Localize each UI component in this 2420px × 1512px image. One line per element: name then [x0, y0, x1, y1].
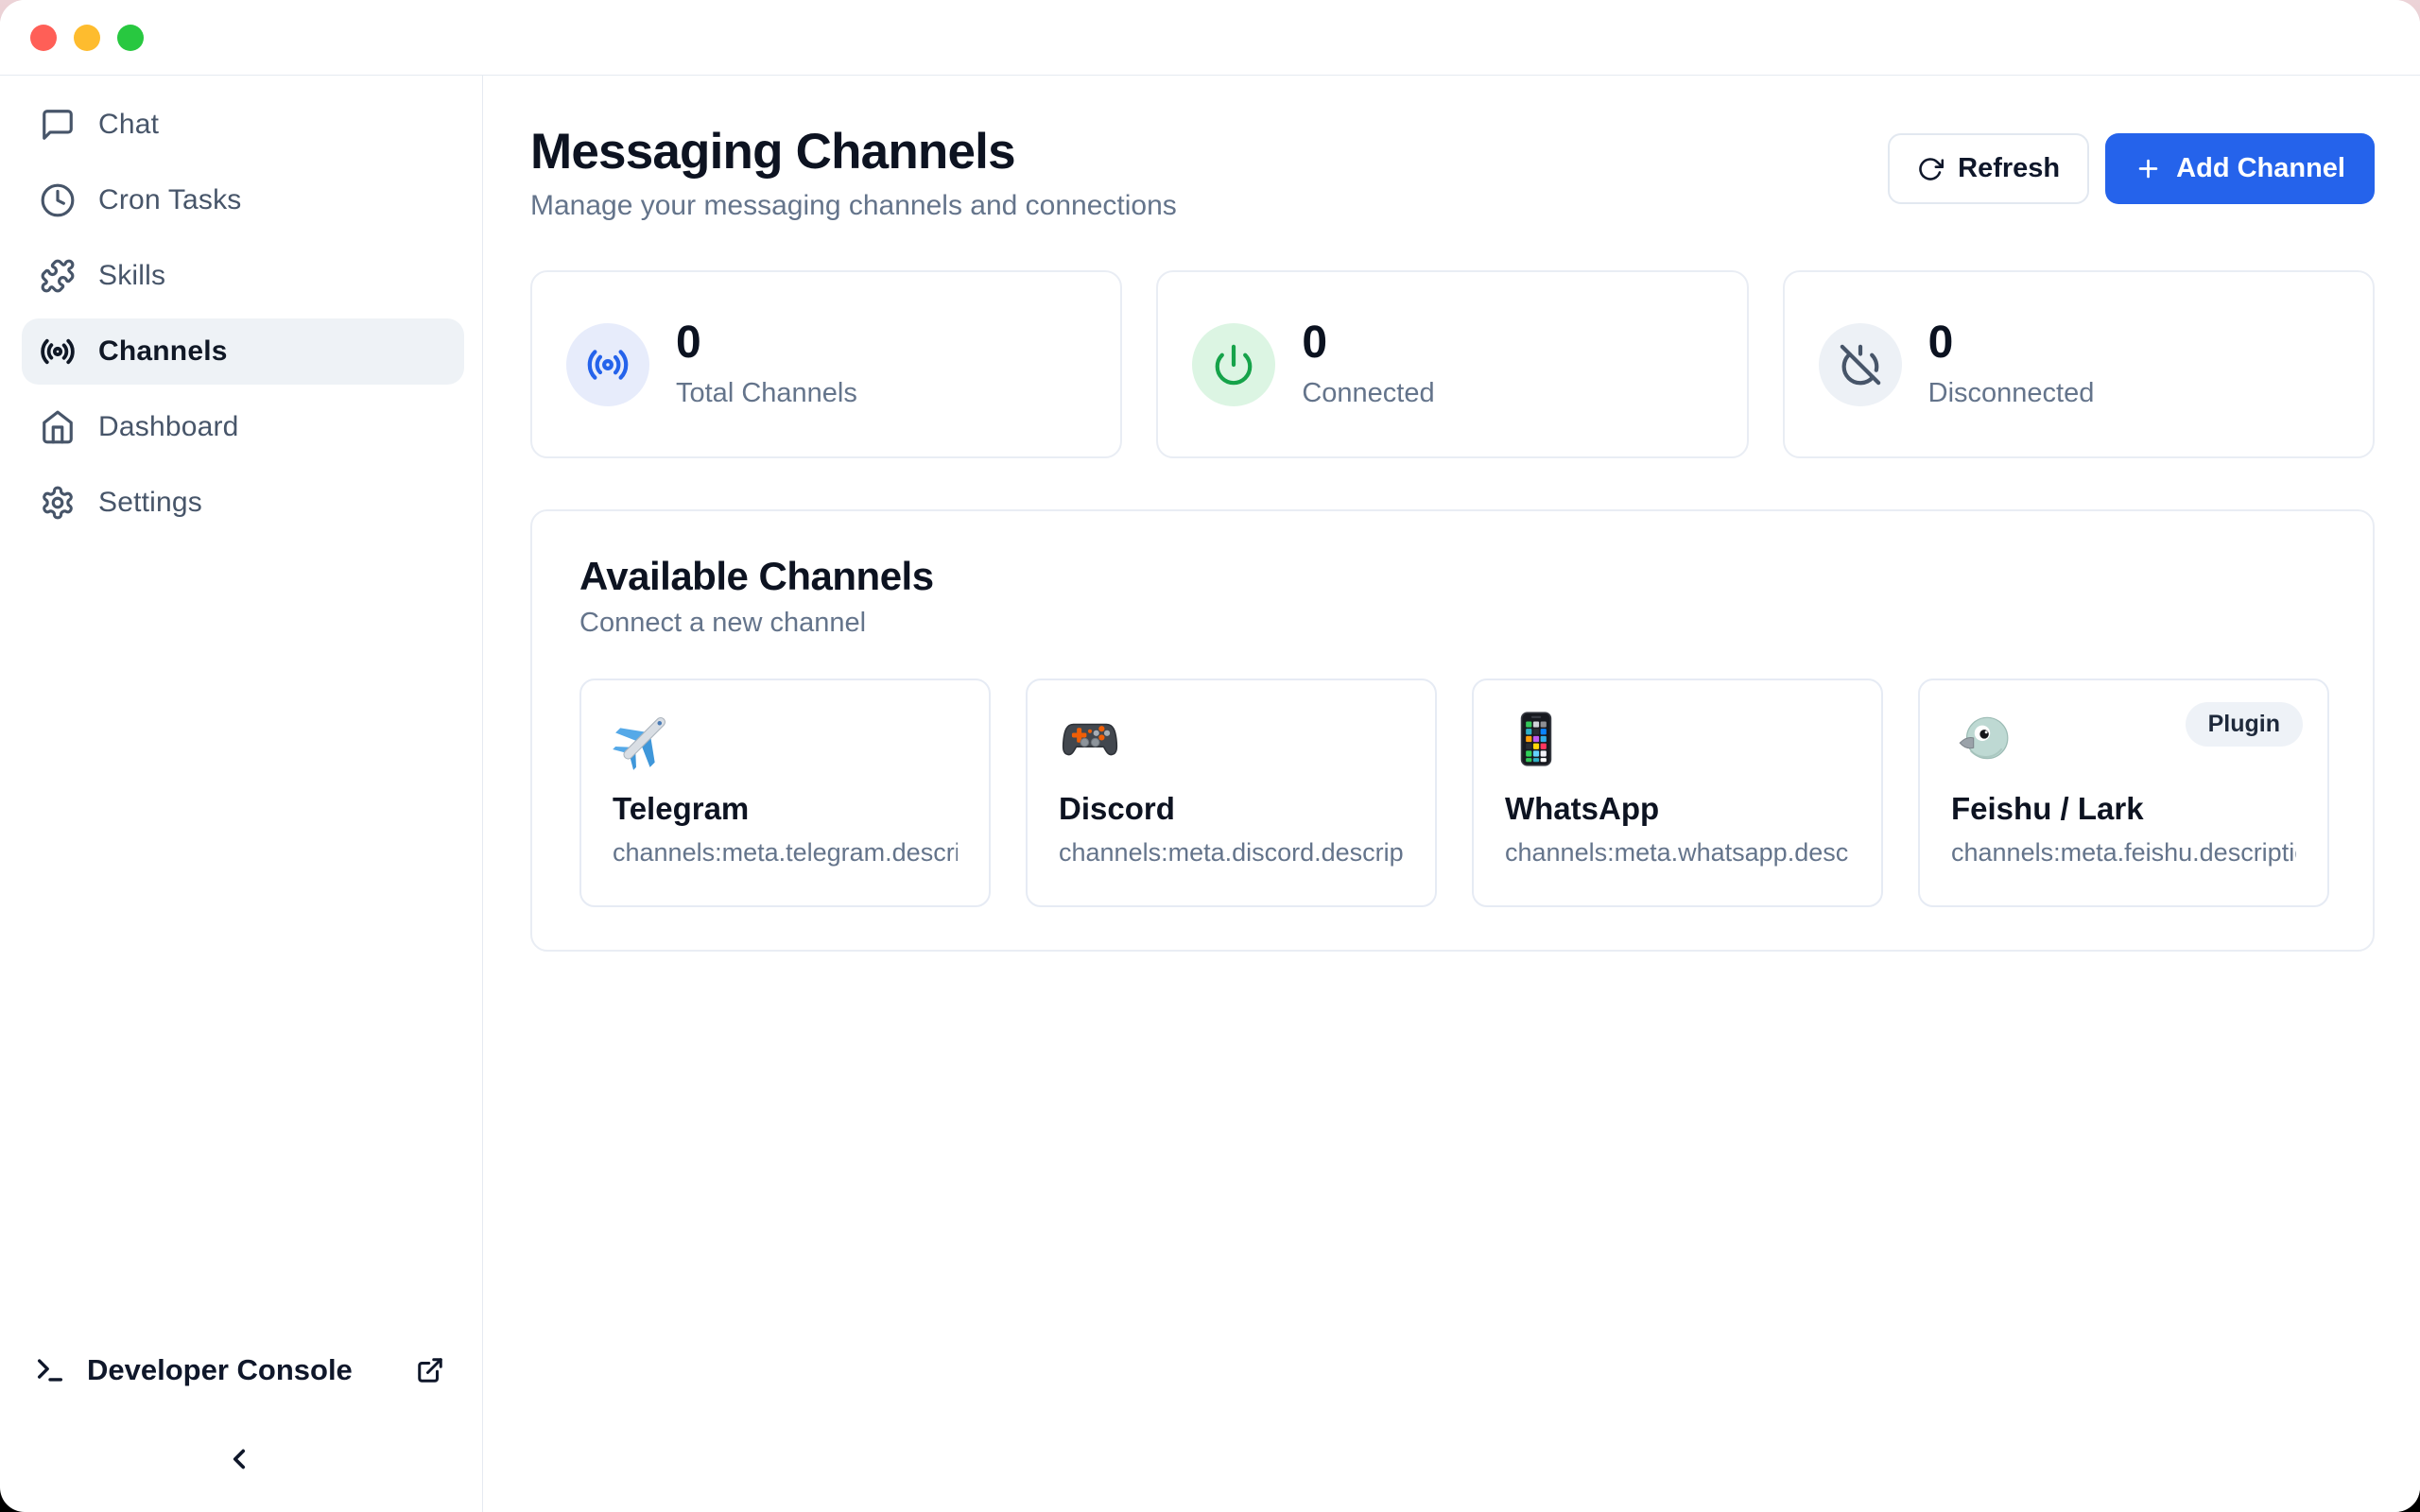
- plus-icon: [2135, 155, 2162, 182]
- developer-console-label: Developer Console: [87, 1353, 353, 1387]
- sidebar: Chat Cron Tasks Skills: [0, 76, 483, 1512]
- stat-label: Disconnected: [1928, 378, 2095, 409]
- available-channels-title: Available Channels: [579, 554, 2329, 599]
- home-icon: [39, 408, 77, 446]
- channel-name: Telegram: [613, 791, 958, 827]
- chevron-left-icon: [223, 1443, 255, 1475]
- channel-name: Discord: [1059, 791, 1404, 827]
- add-channel-button[interactable]: Add Channel: [2105, 133, 2375, 204]
- sidebar-item-settings[interactable]: Settings: [22, 470, 464, 536]
- sidebar-item-label: Skills: [98, 260, 165, 292]
- sidebar-item-label: Chat: [98, 109, 159, 141]
- refresh-label: Refresh: [1958, 153, 2060, 184]
- refresh-icon: [1917, 156, 1944, 182]
- puzzle-icon: [39, 257, 77, 295]
- sidebar-item-skills[interactable]: Skills: [22, 243, 464, 309]
- sidebar-nav: Chat Cron Tasks Skills: [22, 92, 464, 536]
- page-subtitle: Manage your messaging channels and conne…: [530, 190, 1177, 222]
- channel-description: channels:meta.discord.descriptio: [1059, 838, 1404, 868]
- channel-description: channels:meta.telegram.descript: [613, 838, 958, 868]
- sidebar-item-cron-tasks[interactable]: Cron Tasks: [22, 167, 464, 233]
- main-content: Messaging Channels Manage your messaging…: [483, 76, 2420, 1512]
- sidebar-item-chat[interactable]: Chat: [22, 92, 464, 158]
- phone-emoji-icon: [1505, 708, 1567, 770]
- titlebar: [0, 0, 2420, 76]
- sidebar-item-label: Channels: [98, 335, 228, 368]
- radio-icon: [566, 323, 649, 406]
- stat-card-total-channels: 0 Total Channels: [530, 270, 1122, 458]
- channel-grid: Telegram channels:meta.telegram.descript: [579, 679, 2329, 907]
- channel-card-whatsapp[interactable]: WhatsApp channels:meta.whatsapp.descrip: [1472, 679, 1883, 907]
- available-channels-subtitle: Connect a new channel: [579, 608, 2329, 639]
- header-actions: Refresh Add Channel: [1888, 133, 2375, 204]
- channel-card-feishu-lark[interactable]: Plugin Feishu / Lark: [1918, 679, 2329, 907]
- traffic-lights: [30, 25, 144, 51]
- bird-emoji-icon: [1951, 708, 2014, 770]
- plugin-badge: Plugin: [2186, 702, 2303, 747]
- developer-console-button[interactable]: Developer Console: [34, 1342, 444, 1399]
- stat-value: 0: [676, 320, 857, 366]
- external-link-icon[interactable]: [416, 1356, 444, 1384]
- sidebar-item-label: Settings: [98, 487, 202, 519]
- power-icon: [1192, 323, 1275, 406]
- refresh-button[interactable]: Refresh: [1888, 133, 2089, 204]
- available-channels-section: Available Channels Connect a new channel: [530, 509, 2375, 952]
- chat-bubble-icon: [39, 106, 77, 144]
- sidebar-item-dashboard[interactable]: Dashboard: [22, 394, 464, 460]
- airplane-emoji-icon: [613, 708, 675, 770]
- clock-icon: [39, 181, 77, 219]
- sidebar-item-channels[interactable]: Channels: [22, 318, 464, 385]
- channel-name: Feishu / Lark: [1951, 791, 2296, 827]
- zoom-button[interactable]: [117, 25, 144, 51]
- close-button[interactable]: [30, 25, 57, 51]
- stat-value: 0: [1928, 320, 2095, 366]
- gamepad-emoji-icon: [1059, 708, 1121, 770]
- page-header: Messaging Channels Manage your messaging…: [530, 125, 2375, 222]
- minimize-button[interactable]: [74, 25, 100, 51]
- collapse-sidebar-button[interactable]: [211, 1431, 268, 1487]
- stat-card-disconnected: 0 Disconnected: [1783, 270, 2375, 458]
- stats-row: 0 Total Channels 0 Connected: [530, 270, 2375, 458]
- stat-card-connected: 0 Connected: [1156, 270, 1748, 458]
- sidebar-item-label: Cron Tasks: [98, 184, 242, 216]
- radio-icon: [39, 333, 77, 370]
- power-off-icon: [1819, 323, 1902, 406]
- app-window: Chat Cron Tasks Skills: [0, 0, 2420, 1512]
- channel-card-discord[interactable]: Discord channels:meta.discord.descriptio: [1026, 679, 1437, 907]
- stat-label: Total Channels: [676, 378, 857, 409]
- sidebar-item-label: Dashboard: [98, 411, 239, 443]
- channel-card-telegram[interactable]: Telegram channels:meta.telegram.descript: [579, 679, 991, 907]
- channel-description: channels:meta.whatsapp.descrip: [1505, 838, 1850, 868]
- stat-label: Connected: [1302, 378, 1434, 409]
- terminal-icon: [34, 1354, 66, 1386]
- channel-name: WhatsApp: [1505, 791, 1850, 827]
- add-channel-label: Add Channel: [2176, 153, 2345, 184]
- stat-value: 0: [1302, 320, 1434, 366]
- gear-icon: [39, 484, 77, 522]
- sidebar-footer: Developer Console: [34, 1342, 444, 1487]
- channel-description: channels:meta.feishu.description: [1951, 838, 2296, 868]
- page-title: Messaging Channels: [530, 125, 1177, 180]
